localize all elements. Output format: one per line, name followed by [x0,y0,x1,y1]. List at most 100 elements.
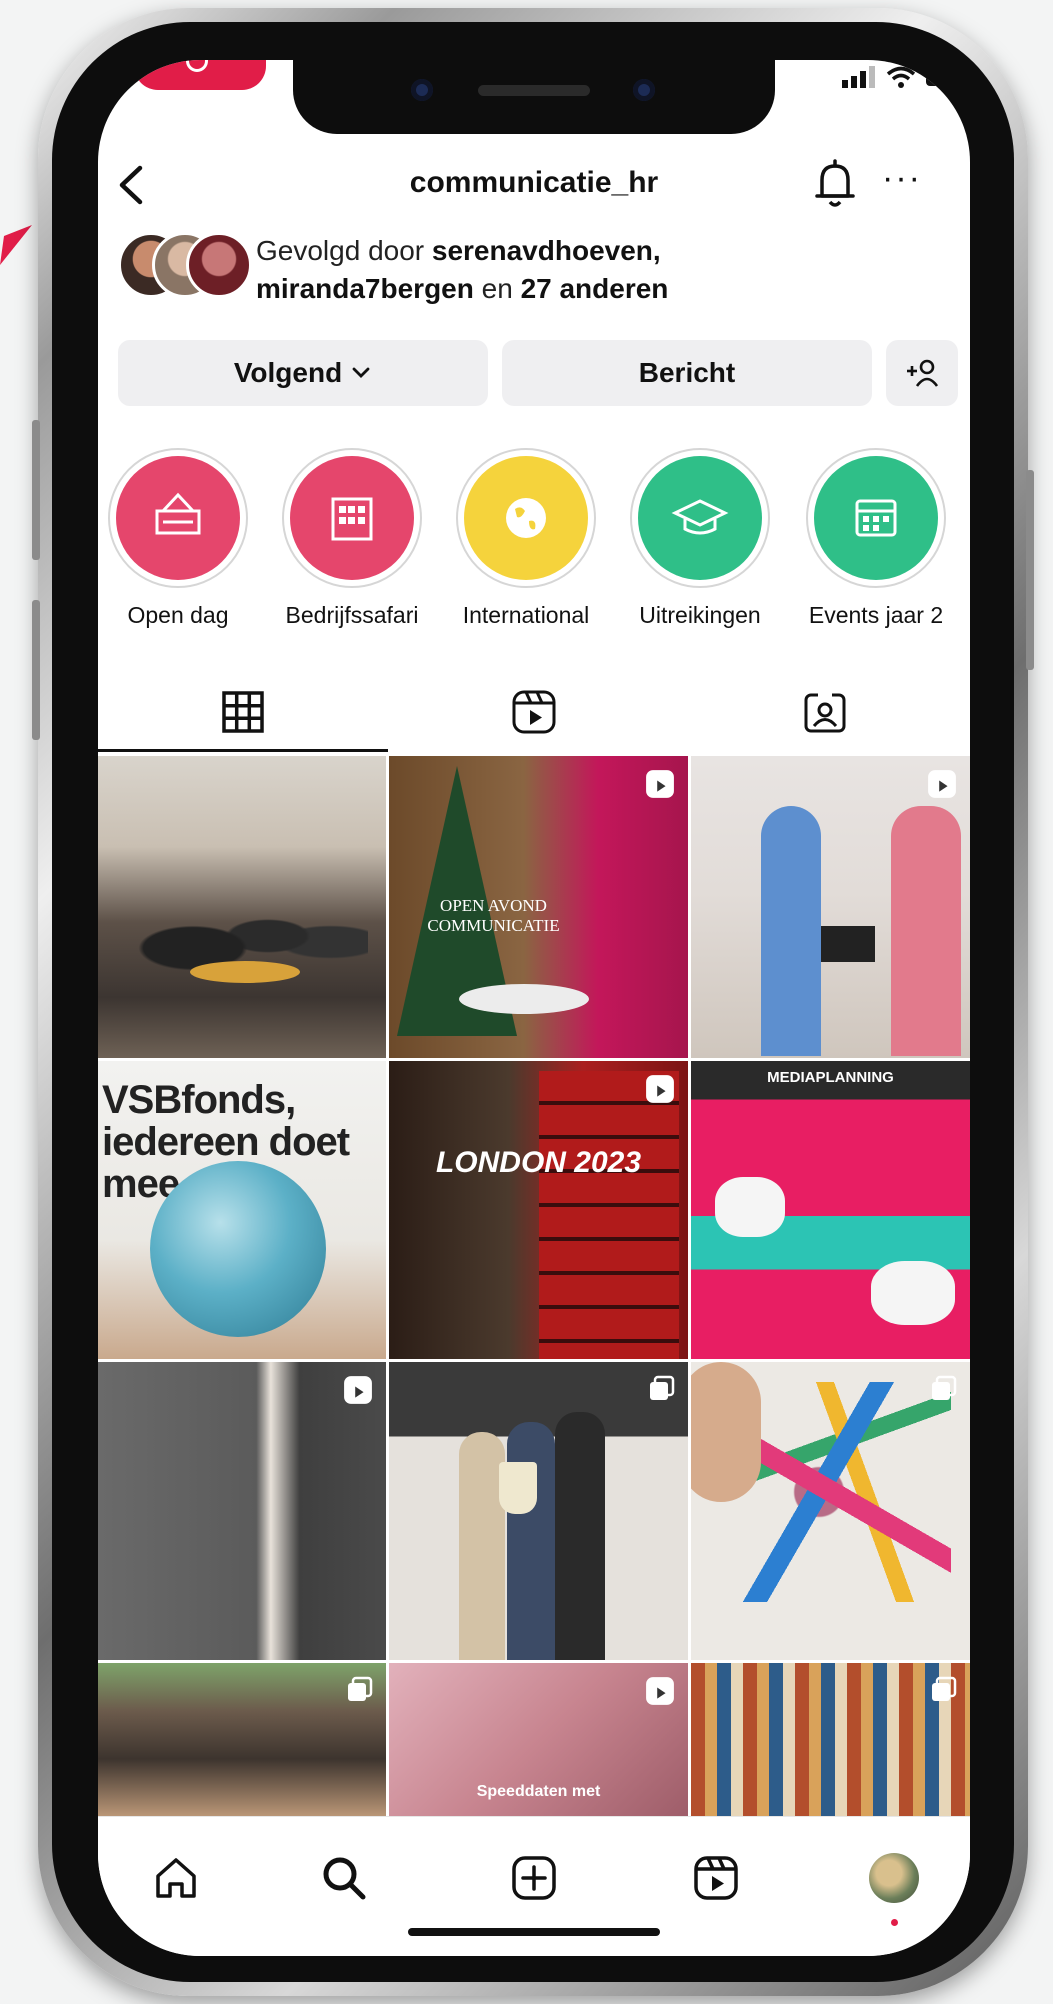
reels-icon [344,1376,372,1404]
nav-home[interactable] [136,1843,216,1913]
front-camera-icon [411,79,433,101]
laptop-shape [821,926,875,962]
post-tile[interactable] [389,1362,688,1660]
posts-grid: OPEN AVOND COMMUNICATIE VSBfonds, iedere… [98,756,970,1816]
highlight-label: Events jaar 2 [808,602,944,628]
volume-down-button [32,600,40,740]
volume-up-button [32,420,40,560]
screen-recording-indicator [134,60,266,90]
profile-action-buttons: Volgend Bericht [118,340,958,406]
sensor-icon [633,79,655,101]
signal-icon [842,66,875,88]
post-tile[interactable] [691,756,970,1058]
post-tile[interactable] [98,756,386,1058]
followed-by-text: Gevolgd door serenavdhoeven, miranda7ber… [256,232,668,308]
reels-icon [646,1075,674,1103]
post-tile[interactable] [98,1362,386,1660]
tab-reels[interactable] [389,672,679,752]
bell-icon [815,159,855,207]
post-caption: MEDIAPLANNING [767,1069,894,1086]
photo-cutout-shape [871,1261,955,1325]
highlight-uitreikingen[interactable]: Uitreikingen [612,448,788,629]
home-indicator [408,1928,660,1936]
avatar [186,232,252,298]
grid-icon [222,691,264,733]
wifi-icon [886,66,916,88]
graduation-cap-icon [671,499,729,535]
following-label: Volgend [233,357,343,388]
story-highlights: Open dag Bedrijfssafari International Ui… [98,448,970,628]
notifications-button[interactable] [810,158,860,212]
person-shape [555,1412,605,1660]
globe-icon [506,498,546,538]
battery-icon [926,68,952,86]
notch [293,60,775,134]
scattered-photos-shape [731,1382,951,1602]
highlight-label: Uitreikingen [639,602,761,628]
person-shape [891,806,961,1056]
table-shape [459,984,589,1014]
highlight-events-jaar-2[interactable]: Events jaar 2 [788,448,964,629]
calendar-icon [855,499,897,537]
globe-shape [150,1161,326,1337]
building-icon [331,497,373,541]
follower-user-2[interactable]: miranda7bergen [256,273,474,304]
highlight-open-dag[interactable]: Open dag [98,448,266,629]
nav-profile[interactable] [854,1843,934,1926]
tagged-person-icon [804,693,846,733]
tab-grid[interactable] [98,672,388,752]
active-tab-indicator [98,749,388,752]
table-shape [190,961,300,983]
person-shape [761,806,821,1056]
multi-post-icon [650,1375,675,1400]
multi-post-icon [932,1375,957,1400]
post-tile[interactable] [98,1663,386,1816]
post-tile[interactable]: LONDON 2023 [389,1061,688,1359]
open-sign-icon [155,492,201,535]
photo-cutout-shape [715,1177,785,1237]
post-caption: LONDON 2023 [435,1146,642,1179]
phone-booth-shape [539,1071,679,1359]
plus-square-icon [512,1856,556,1900]
suggested-people-button[interactable] [886,340,958,406]
nav-create[interactable] [494,1843,574,1913]
profile-header: communicatie_hr ··· [98,152,970,222]
follower-avatars [118,232,252,298]
power-button [1026,470,1034,670]
chevron-down-icon [352,367,370,378]
add-person-icon [907,359,939,387]
tab-tagged[interactable] [680,672,970,752]
reels-icon [646,770,674,798]
highlight-label: Open dag [127,602,229,628]
followed-by-others[interactable]: 27 anderen [521,273,669,304]
hand-shape [691,1362,761,1502]
highlight-label: Bedrijfssafari [285,602,419,628]
post-tile[interactable]: OPEN AVOND COMMUNICATIE [389,756,688,1058]
reels-icon [512,690,556,734]
followed-by-prefix: Gevolgd door [256,235,432,266]
post-tile[interactable] [691,1362,970,1660]
post-caption: OPEN AVOND COMMUNICATIE [427,896,560,935]
message-button[interactable]: Bericht [502,340,872,406]
search-icon [323,1857,366,1900]
home-icon [156,1858,196,1898]
followed-by-row[interactable]: Gevolgd door serenavdhoeven, miranda7ber… [118,228,958,308]
post-tile[interactable] [691,1663,970,1816]
following-button[interactable]: Volgend [118,340,488,406]
post-tile[interactable]: MEDIAPLANNING [691,1061,970,1359]
instagram-profile-screen: communicatie_hr ··· Gevolgd door serenav… [98,60,970,1956]
more-options-button[interactable]: ··· [874,160,930,210]
highlight-bedrijfssafari[interactable]: Bedrijfssafari [264,448,440,629]
post-tile[interactable]: VSBfonds, iedereen doet mee [98,1061,386,1359]
highlight-international[interactable]: International [438,448,614,629]
nav-search[interactable] [304,1843,384,1913]
multi-post-icon [348,1676,373,1701]
reels-icon [928,770,956,798]
status-icons [842,66,952,88]
follower-user-1[interactable]: serenavdhoeven, [432,235,661,266]
message-label: Bericht [638,357,736,388]
nav-reels[interactable] [676,1843,756,1913]
followed-by-middle: en [473,273,521,304]
highlight-label: International [462,602,590,628]
post-tile[interactable]: Speeddaten met [389,1663,688,1816]
